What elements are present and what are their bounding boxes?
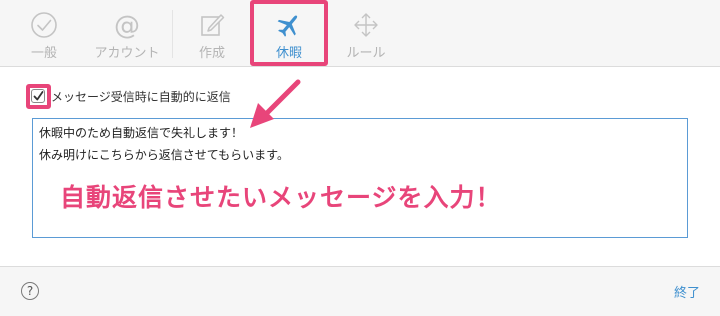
vacation-settings-window: 一般 @ アカウント 作成 休暇 ルール メッセージ受信時に自動的に返信 休暇中… (0, 0, 720, 316)
settings-footer: ? 終了 (0, 266, 720, 316)
help-button[interactable]: ? (21, 282, 39, 300)
done-button[interactable]: 終了 (674, 282, 700, 301)
